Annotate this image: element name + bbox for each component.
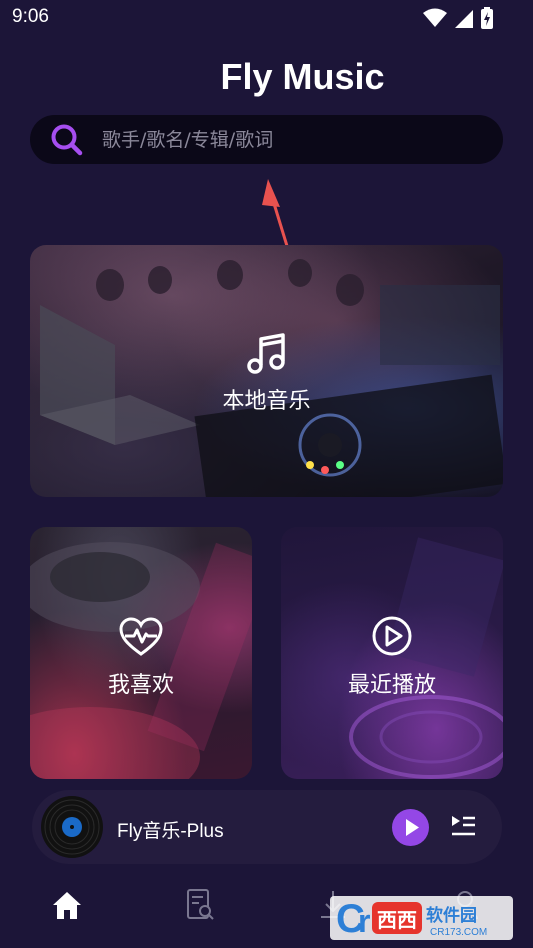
playlist-queue-icon[interactable]: [450, 814, 476, 838]
vinyl-disc-icon: [41, 796, 103, 858]
recent-played-card[interactable]: 最近播放: [281, 527, 503, 779]
play-circle-icon: [372, 616, 412, 656]
status-icons: [423, 7, 493, 29]
favorites-label: 我喜欢: [107, 673, 174, 698]
watermark-brand: 西西: [377, 908, 417, 932]
wifi-icon: [423, 8, 447, 27]
mini-player[interactable]: Fly音乐-Plus: [32, 790, 502, 864]
search-bar[interactable]: [30, 115, 503, 164]
recent-played-label: 最近播放: [347, 673, 436, 698]
signal-icon: [455, 10, 473, 28]
status-bar: 9:06: [0, 0, 533, 36]
home-icon[interactable]: [50, 888, 84, 922]
search-icon[interactable]: [50, 123, 84, 157]
play-icon: [406, 819, 419, 836]
search-list-icon[interactable]: [186, 888, 216, 922]
local-music-label: 本地音乐: [222, 389, 311, 414]
svg-text:r: r: [358, 903, 370, 939]
battery-icon: [481, 7, 493, 29]
watermark-text: 软件园: [426, 905, 477, 926]
heart-pulse-icon: [119, 617, 163, 656]
site-watermark-logo: C r 西西 软件园 CR173.COM: [330, 896, 513, 941]
play-button[interactable]: [392, 809, 429, 846]
player-song-title: Fly音乐-Plus: [117, 821, 224, 842]
search-input[interactable]: [102, 125, 482, 155]
app-title: Fly Music: [220, 56, 385, 97]
status-time: 9:06: [12, 6, 49, 27]
music-note-icon: [246, 333, 285, 374]
favorites-card[interactable]: 我喜欢: [30, 527, 252, 779]
local-music-card[interactable]: 本地音乐: [30, 245, 503, 497]
watermark-site: CR173.COM: [430, 927, 487, 938]
